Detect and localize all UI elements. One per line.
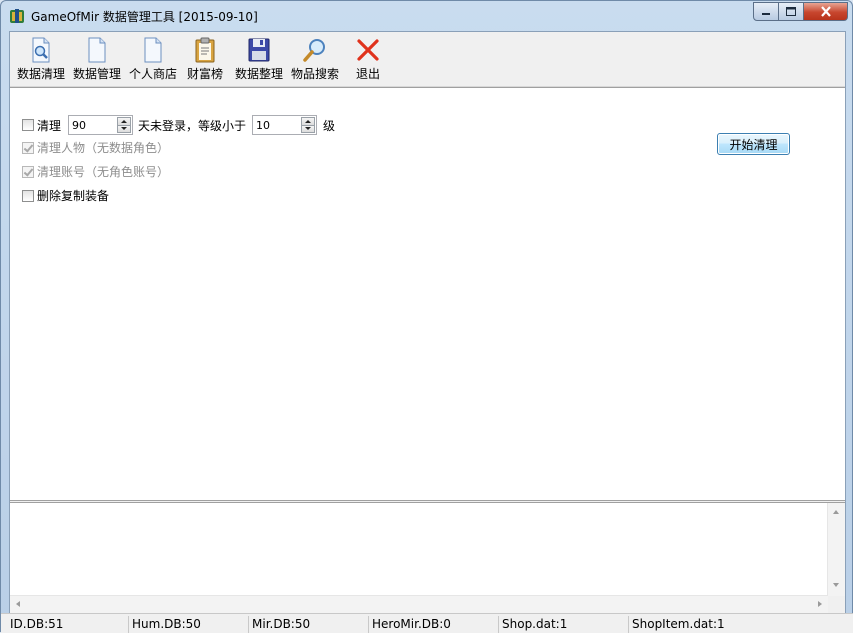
spin-up-button[interactable] (117, 117, 132, 126)
clean-checkbox[interactable] (22, 119, 34, 131)
clean-accounts-row: 清理账号（无角色账号） (22, 163, 169, 180)
magnifier-document-icon (32, 37, 50, 63)
toolbar-button-data-management[interactable]: 数据管理 (72, 37, 122, 85)
minimize-icon (762, 12, 770, 15)
scroll-left-icon[interactable] (16, 601, 20, 607)
clean-characters-checkbox[interactable] (22, 141, 34, 154)
title-bar[interactable]: GameOfMir 数据管理工具 [2015-09-10] (1, 1, 852, 31)
cleanup-criteria-row: 清理 天未登录，等级小于 级 (22, 115, 335, 135)
clean-accounts-label: 清理账号（无角色账号） (37, 165, 170, 179)
clean-accounts-checkbox[interactable] (22, 165, 34, 178)
spin-down-button[interactable] (117, 125, 132, 133)
toolbar-label: 物品搜索 (290, 67, 339, 81)
app-icon (10, 9, 24, 23)
spin-up-button[interactable] (301, 117, 316, 126)
days-suffix-label: 天未登录，等级小于 (138, 118, 247, 133)
level-spin-arrows[interactable] (301, 117, 316, 133)
toolbar-label: 财富榜 (186, 67, 223, 81)
level-suffix-label: 级 (323, 118, 336, 133)
toolbar-button-data-organize[interactable]: 数据整理 (234, 37, 284, 85)
toolbar-label: 退出 (355, 67, 380, 81)
document-icon (88, 37, 106, 63)
toolbar-label: 个人商店 (128, 67, 177, 81)
floppy-disk-icon (248, 38, 270, 62)
toolbar-label: 数据清理 (16, 67, 65, 81)
status-heromir-db: HeroMir.DB:0 (369, 616, 499, 633)
chevron-down-icon (305, 127, 312, 131)
scroll-down-icon[interactable] (833, 583, 839, 587)
horizontal-scrollbar[interactable] (10, 595, 828, 613)
status-hum-db: Hum.DB:50 (129, 616, 249, 633)
delete-duplicates-row: 删除复制装备 (22, 187, 109, 204)
chevron-up-icon (305, 119, 312, 123)
vertical-scrollbar[interactable] (827, 503, 845, 596)
client-area: 数据清理 数据管理 个人商店 财富榜 数据整理 物品搜索 退出 清理 90 天未… (9, 31, 846, 625)
status-shop-dat: Shop.dat:1 (499, 616, 629, 633)
magnifier-icon (303, 39, 325, 62)
scrollbar-corner (828, 596, 845, 613)
window-controls (753, 2, 848, 22)
minimize-button[interactable] (753, 2, 779, 21)
maximize-button[interactable] (779, 2, 804, 21)
clean-characters-row: 清理人物（无数据角色） (22, 139, 169, 156)
level-spinner[interactable] (252, 115, 318, 135)
clipboard-icon (195, 37, 215, 63)
window-title: GameOfMir 数据管理工具 [2015-09-10] (31, 10, 258, 24)
delete-duplicates-label: 删除复制装备 (37, 189, 110, 203)
chevron-down-icon (121, 127, 128, 131)
toolbar-button-personal-shop[interactable]: 个人商店 (128, 37, 178, 85)
document-icon (144, 37, 162, 63)
toolbar: 数据清理 数据管理 个人商店 财富榜 数据整理 物品搜索 退出 (10, 32, 845, 87)
toolbar-button-item-search[interactable]: 物品搜索 (290, 37, 340, 85)
start-cleanup-button[interactable]: 开始清理 (717, 133, 790, 155)
days-input[interactable] (69, 117, 117, 133)
chevron-up-icon (121, 119, 128, 123)
toolbar-label: 数据管理 (72, 67, 121, 81)
toolbar-button-data-cleanup[interactable]: 数据清理 (16, 37, 66, 85)
days-spin-arrows[interactable] (117, 117, 132, 133)
app-window: GameOfMir 数据管理工具 [2015-09-10] 数据清理 数据管理 … (0, 0, 853, 633)
delete-duplicates-checkbox[interactable] (22, 189, 34, 202)
toolbar-button-wealth-ranking[interactable]: 财富榜 (184, 37, 226, 85)
status-mir-db: Mir.DB:50 (249, 616, 369, 633)
status-shopitem-dat: ShopItem.dat:1 (632, 617, 725, 631)
scroll-right-icon[interactable] (818, 601, 822, 607)
spin-down-button[interactable] (301, 125, 316, 133)
status-id-db: ID.DB:51 (7, 616, 129, 633)
log-area[interactable] (10, 502, 845, 613)
close-icon (820, 6, 831, 17)
level-input[interactable] (253, 117, 301, 133)
close-button[interactable] (804, 2, 848, 21)
status-bar: ID.DB:51 Hum.DB:50 Mir.DB:50 HeroMir.DB:… (1, 613, 853, 633)
days-spinner[interactable] (68, 115, 134, 135)
toolbar-label: 数据整理 (234, 67, 283, 81)
cleanup-panel: 清理 天未登录，等级小于 级 (10, 87, 845, 501)
clean-label: 清理 (37, 118, 62, 133)
scroll-up-icon[interactable] (833, 510, 839, 514)
red-x-icon (357, 39, 379, 61)
toolbar-button-exit[interactable]: 退出 (350, 37, 386, 85)
clean-characters-label: 清理人物（无数据角色） (37, 141, 170, 155)
maximize-icon (786, 7, 796, 16)
